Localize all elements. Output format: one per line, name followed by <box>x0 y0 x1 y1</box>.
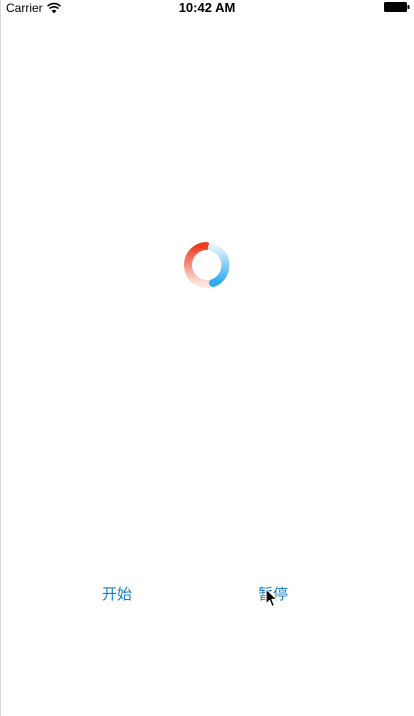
start-button[interactable]: 开始 <box>102 584 132 604</box>
status-time: 10:42 AM <box>178 0 236 15</box>
battery-icon <box>384 2 410 12</box>
status-bar: Carrier 10:42 AM <box>0 0 414 16</box>
window-edge <box>0 0 1 716</box>
loading-ring-icon <box>183 242 230 288</box>
mouse-cursor-icon <box>265 588 278 608</box>
app-screen: Carrier 10:42 AM 开始 暂停 <box>0 0 414 716</box>
